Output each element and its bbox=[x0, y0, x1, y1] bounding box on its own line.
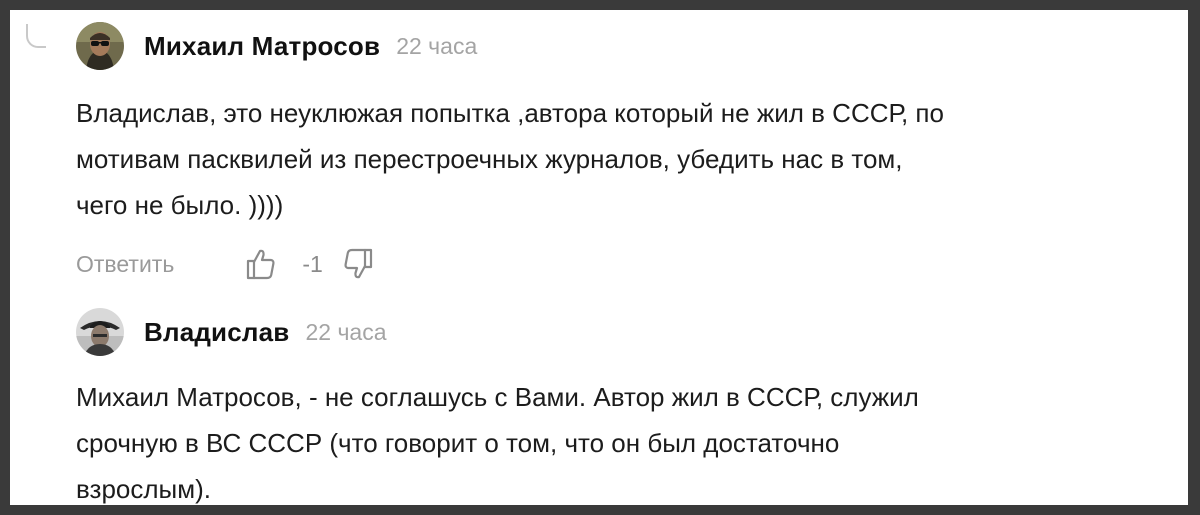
comment-author[interactable]: Михаил Матросов bbox=[144, 31, 380, 62]
thumbs-up-icon bbox=[247, 249, 275, 280]
avatar[interactable] bbox=[76, 22, 124, 70]
comment-score: -1 bbox=[302, 250, 323, 277]
thumbs-down-icon bbox=[344, 248, 372, 279]
comment-author[interactable]: Владислав bbox=[144, 317, 289, 348]
reply-button[interactable]: Ответить bbox=[76, 251, 174, 278]
comment-timestamp: 22 часа bbox=[305, 318, 387, 345]
comments-panel: Михаил Матросов 22 часа Владислав, это н… bbox=[10, 10, 1188, 505]
comment: Михаил Матросов 22 часа Владислав, это н… bbox=[76, 22, 1148, 302]
comment-header: Владислав 22 часа bbox=[76, 308, 1148, 356]
dislike-button[interactable] bbox=[341, 246, 375, 282]
comment-text: Владислав, это неуклюжая попытка ,автора… bbox=[76, 98, 944, 220]
comment-actions: Ответить -1 bbox=[76, 244, 375, 284]
comment: Владислав 22 часа Михаил Матросов, - не … bbox=[76, 308, 1148, 505]
like-button[interactable] bbox=[244, 246, 278, 282]
thread-connector-line bbox=[26, 24, 46, 48]
comment-timestamp: 22 часа bbox=[396, 32, 478, 59]
comment-text: Михаил Матросов, - не соглашусь с Вами. … bbox=[76, 382, 919, 504]
avatar[interactable] bbox=[76, 308, 124, 356]
comment-header: Михаил Матросов 22 часа bbox=[76, 22, 1148, 70]
